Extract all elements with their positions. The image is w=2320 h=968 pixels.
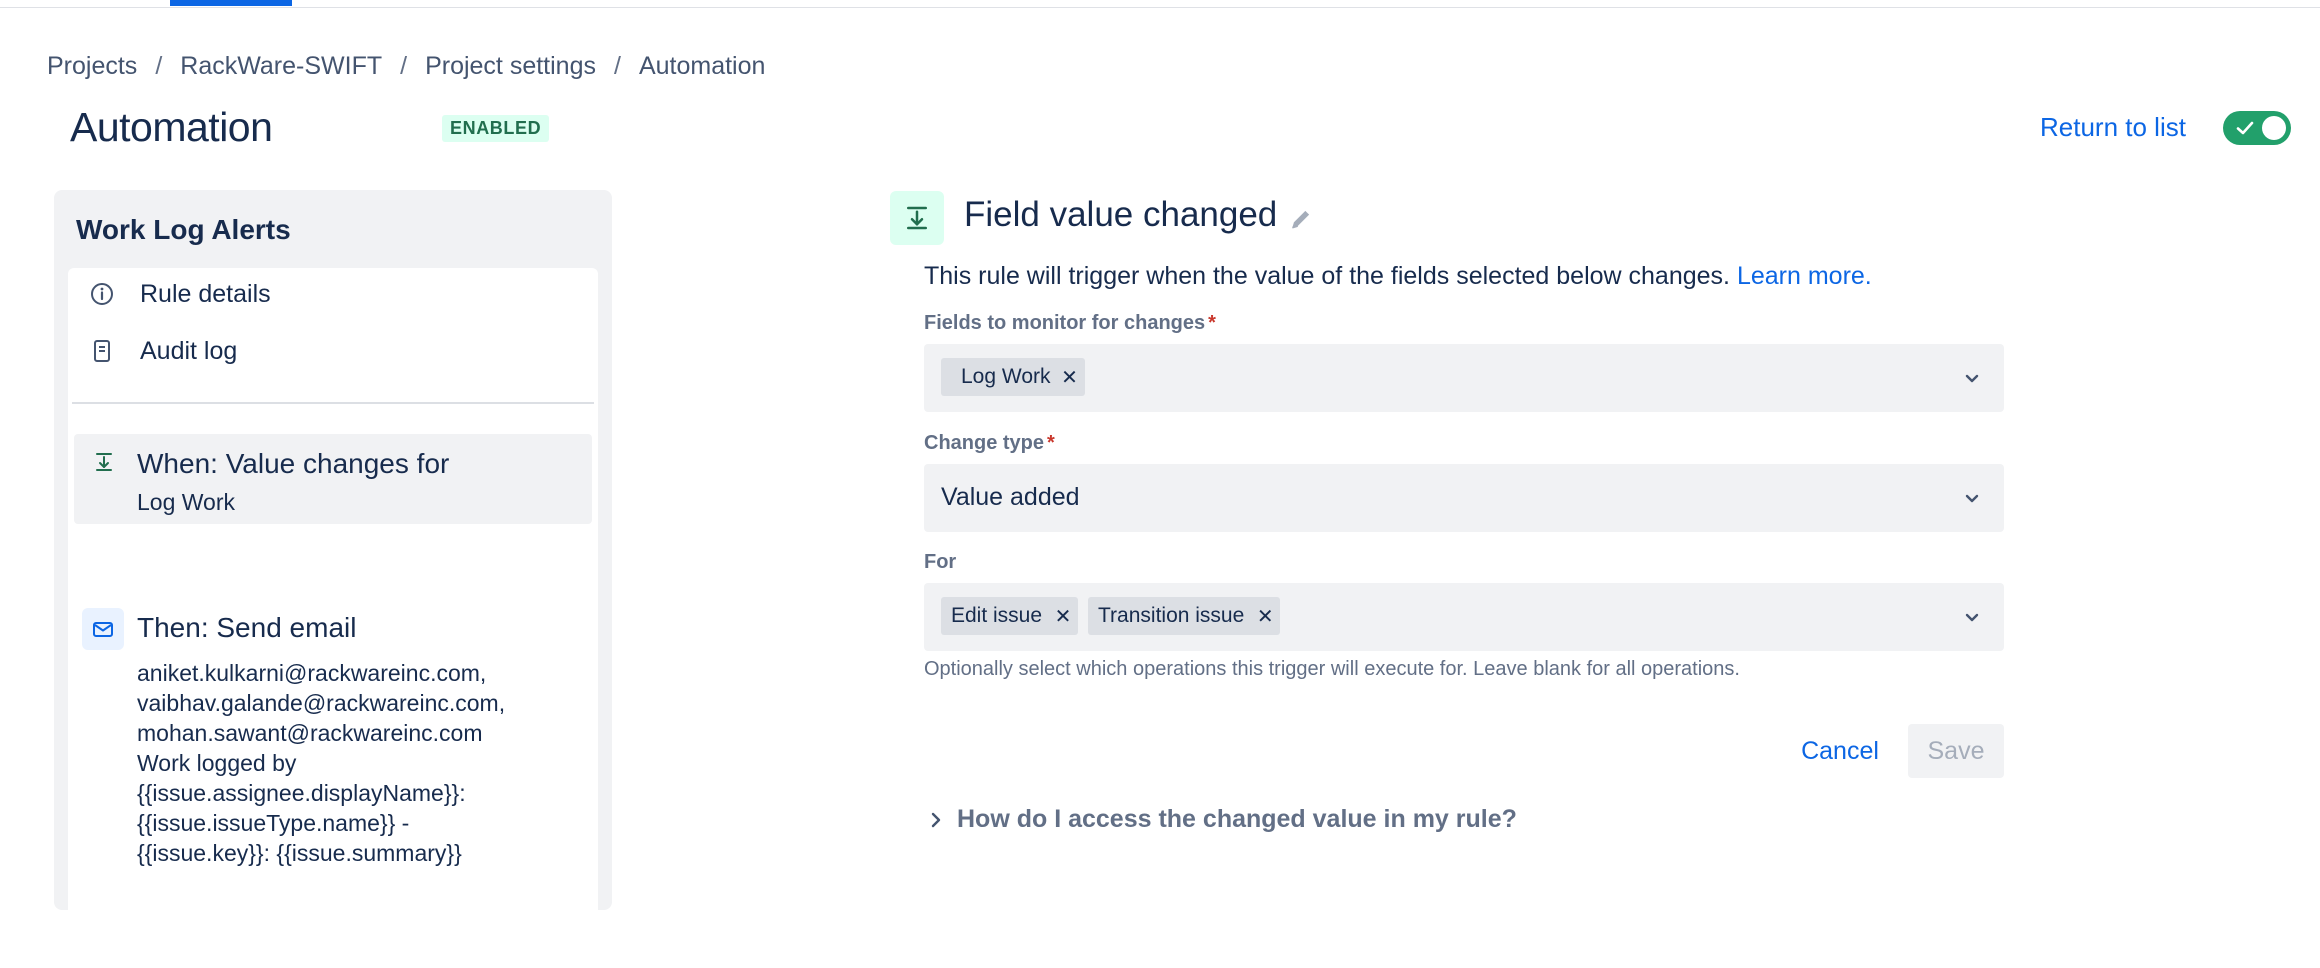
- fields-to-monitor-select[interactable]: Log Work ✕: [924, 344, 2004, 412]
- action-step-line: Work logged by: [137, 750, 297, 776]
- cancel-button[interactable]: Cancel: [1790, 724, 1890, 778]
- action-step-line: {{issue.key}}: {{issue.summary}}: [137, 840, 462, 866]
- trigger-description-text: This rule will trigger when the value of…: [924, 262, 1730, 290]
- remove-tag-icon[interactable]: ✕: [1048, 597, 1078, 635]
- top-navigation: [0, 0, 2320, 8]
- breadcrumb-separator: /: [400, 52, 408, 80]
- tag-label: Transition issue: [1098, 604, 1245, 627]
- breadcrumb-separator: /: [613, 52, 621, 80]
- audit-log-label: Audit log: [140, 336, 238, 365]
- toggle-knob: [2262, 116, 2286, 140]
- fields-to-monitor-label-text: Fields to monitor for changes: [924, 312, 1206, 334]
- learn-more-link[interactable]: Learn more.: [1737, 262, 1872, 290]
- tag-label: Log Work: [961, 365, 1051, 388]
- save-button[interactable]: Save: [1908, 724, 2004, 778]
- rule-enabled-toggle[interactable]: [2223, 111, 2291, 145]
- remove-tag-icon[interactable]: ✕: [1250, 597, 1280, 635]
- operation-tag-transition-issue: Transition issue ✕: [1088, 597, 1281, 635]
- tag-label: Edit issue: [951, 604, 1043, 627]
- info-icon: [88, 280, 116, 308]
- for-label-text: For: [924, 551, 957, 573]
- page-title: Automation: [70, 104, 273, 150]
- action-step-title: Then: Send email: [137, 612, 357, 643]
- field-trigger-icon: [92, 450, 116, 474]
- action-step-line: mohan.sawant@rackwareinc.com: [137, 720, 483, 746]
- breadcrumb-automation[interactable]: Automation: [639, 52, 765, 81]
- action-step-line: {{issue.assignee.displayName}}:: [137, 780, 466, 806]
- menu-divider: [72, 402, 594, 404]
- trigger-description: This rule will trigger when the value of…: [924, 262, 1872, 291]
- breadcrumb-project-settings[interactable]: Project settings: [425, 52, 596, 81]
- changed-value-help-label: How do I access the changed value in my …: [957, 805, 1517, 833]
- check-icon: [2235, 118, 2255, 142]
- rule-name: Work Log Alerts: [76, 214, 291, 245]
- rule-components-card: Rule details Audit log When: Value chang…: [68, 268, 598, 968]
- operation-tag-edit-issue: Edit issue ✕: [941, 597, 1079, 635]
- for-label: For: [924, 551, 956, 574]
- breadcrumb-separator: /: [155, 52, 163, 80]
- rule-panel: Work Log Alerts Rule details Audit log W…: [54, 190, 612, 968]
- required-marker: *: [1208, 312, 1216, 334]
- breadcrumb-project[interactable]: RackWare-SWIFT: [180, 52, 382, 81]
- fields-to-monitor-label: Fields to monitor for changes *: [924, 312, 1216, 335]
- for-help-text: Optionally select which operations this …: [924, 658, 1740, 680]
- change-type-select[interactable]: Value added: [924, 464, 2004, 532]
- return-to-list-link[interactable]: Return to list: [2040, 112, 2186, 143]
- change-type-label-text: Change type: [924, 432, 1045, 454]
- for-operations-select[interactable]: Edit issue ✕ Transition issue ✕: [924, 583, 2004, 651]
- rule-step-trigger[interactable]: When: Value changes for Log Work: [74, 434, 592, 524]
- chevron-down-icon: [1960, 486, 1984, 510]
- active-tab-indicator: [170, 0, 292, 6]
- breadcrumb: Projects / RackWare-SWIFT / Project sett…: [47, 52, 765, 81]
- field-trigger-icon: [890, 191, 944, 245]
- breadcrumb-projects[interactable]: Projects: [47, 52, 137, 81]
- action-step-line: aniket.kulkarni@rackwareinc.com,: [137, 660, 487, 686]
- status-badge: ENABLED: [442, 115, 550, 142]
- mail-icon: [82, 608, 124, 650]
- changed-value-help-expander[interactable]: How do I access the changed value in my …: [925, 805, 1517, 834]
- rule-details-label: Rule details: [140, 279, 271, 308]
- pencil-icon[interactable]: [1288, 206, 1314, 232]
- audit-log-link[interactable]: Audit log: [88, 331, 237, 371]
- chevron-down-icon: [1960, 366, 1984, 390]
- remove-tag-icon[interactable]: ✕: [1055, 358, 1085, 396]
- chevron-down-icon: [1960, 605, 1984, 629]
- rule-step-action[interactable]: Then: Send email aniket.kulkarni@rackwar…: [74, 606, 592, 956]
- trigger-step-subtitle: Log Work: [137, 489, 236, 515]
- change-type-value: Value added: [941, 483, 1080, 511]
- action-step-line: vaibhav.galande@rackwareinc.com,: [137, 690, 506, 716]
- document-icon: [88, 337, 116, 365]
- trigger-step-title: When: Value changes for: [137, 448, 450, 479]
- trigger-title: Field value changed: [964, 195, 1278, 234]
- required-marker: *: [1047, 432, 1055, 454]
- change-type-label: Change type *: [924, 432, 1055, 455]
- chevron-right-icon: [925, 809, 947, 831]
- action-step-line: {{issue.issueType.name}} -: [137, 810, 410, 836]
- rule-details-link[interactable]: Rule details: [88, 274, 271, 314]
- field-tag-log-work: Log Work ✕: [941, 358, 1085, 396]
